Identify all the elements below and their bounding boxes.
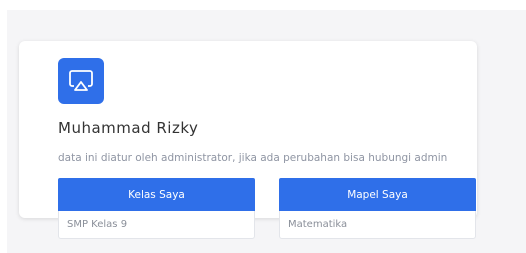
- subject-value: Matematika: [279, 211, 476, 239]
- subject-info: Mapel Saya Matematika: [279, 178, 476, 239]
- subject-header: Mapel Saya: [279, 178, 476, 211]
- airplay-icon: [69, 70, 93, 91]
- class-info: Kelas Saya SMP Kelas 9: [58, 178, 255, 239]
- admin-note: data ini diatur oleh administrator, jika…: [58, 152, 448, 164]
- class-header: Kelas Saya: [58, 178, 255, 211]
- profile-name: Muhammad Rizky: [58, 119, 199, 137]
- class-value: SMP Kelas 9: [58, 211, 255, 239]
- profile-avatar: [58, 58, 104, 104]
- profile-card: Muhammad Rizky data ini diatur oleh admi…: [19, 41, 477, 239]
